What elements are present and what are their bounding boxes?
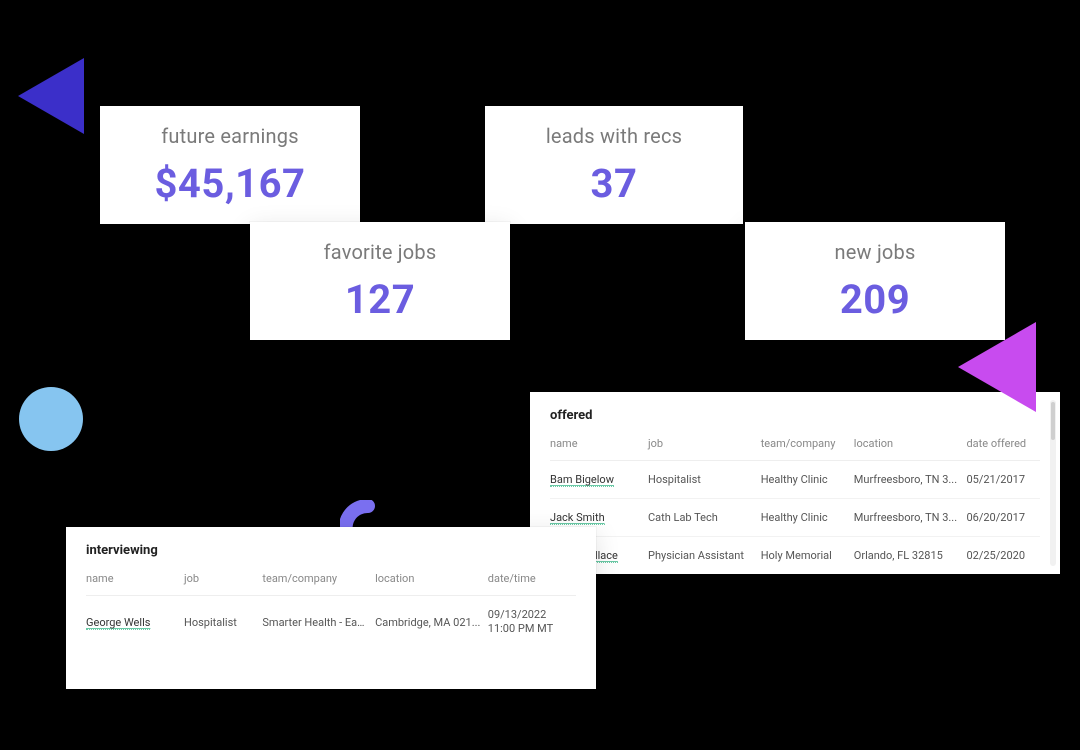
cell-datetime: 09/13/2022 11:00 PM MT [488, 596, 576, 649]
circle-decor-blue [19, 387, 83, 451]
cell-date: 02/25/2020 [966, 537, 1040, 575]
col-location: location [375, 568, 488, 596]
cell-time: 11:00 PM MT [488, 622, 570, 636]
triangle-decor-pink [958, 322, 1036, 412]
cell-job: Physician Assistant [648, 537, 761, 575]
cell-job: Hospitalist [184, 596, 262, 649]
cell-location: Murfreesboro, TN 3... [854, 461, 967, 499]
table-row: George Wells Hospitalist Smarter Health … [86, 596, 576, 649]
candidate-link[interactable]: Bam Bigelow [550, 473, 614, 487]
cell-date: 09/13/2022 [488, 608, 570, 622]
stat-label: future earnings [161, 124, 298, 148]
col-team: team/company [761, 433, 854, 461]
cell-location: Cambridge, MA 021... [375, 596, 488, 649]
stat-value: $45,167 [154, 160, 305, 207]
interviewing-panel: interviewing name job team/company locat… [66, 527, 596, 689]
offered-panel: offered name job team/company location d… [530, 392, 1060, 574]
stat-value: 127 [345, 276, 415, 323]
cell-team: Healthy Clinic [761, 461, 854, 499]
interviewing-table: name job team/company location date/time… [86, 568, 576, 649]
col-date: date offered [966, 433, 1040, 461]
col-name: name [550, 433, 648, 461]
col-name: name [86, 568, 184, 596]
scrollbar-thumb[interactable] [1051, 402, 1055, 440]
cell-location: Orlando, FL 32815 [854, 537, 967, 575]
offered-table: name job team/company location date offe… [550, 433, 1040, 574]
cell-date: 06/20/2017 [966, 499, 1040, 537]
cell-team: Holy Memorial [761, 537, 854, 575]
cell-job: Hospitalist [648, 461, 761, 499]
col-team: team/company [262, 568, 375, 596]
cell-team: Healthy Clinic [761, 499, 854, 537]
cell-location: Murfreesboro, TN 3... [854, 499, 967, 537]
cell-date: 05/21/2017 [966, 461, 1040, 499]
panel-title-interviewing: interviewing [86, 543, 576, 558]
table-row: Bam Bigelow Hospitalist Healthy Clinic M… [550, 461, 1040, 499]
col-datetime: date/time [488, 568, 576, 596]
stat-value: 37 [591, 160, 638, 207]
stat-value: 209 [840, 276, 910, 323]
cell-team: Smarter Health - Eas... [262, 596, 375, 649]
stat-card-leads-with-recs: leads with recs 37 [485, 106, 743, 224]
stat-label: new jobs [835, 240, 916, 264]
candidate-link[interactable]: George Wells [86, 616, 150, 630]
candidate-link[interactable]: Jack Smith [550, 511, 605, 525]
stat-card-future-earnings: future earnings $45,167 [100, 106, 360, 224]
table-row: Jack Smith Cath Lab Tech Healthy Clinic … [550, 499, 1040, 537]
stat-label: leads with recs [546, 124, 682, 148]
stat-label: favorite jobs [324, 240, 437, 264]
table-row: Leigh Wallace Physician Assistant Holy M… [550, 537, 1040, 575]
col-job: job [184, 568, 262, 596]
stat-card-favorite-jobs: favorite jobs 127 [250, 222, 510, 340]
cell-job: Cath Lab Tech [648, 499, 761, 537]
col-location: location [854, 433, 967, 461]
col-job: job [648, 433, 761, 461]
triangle-decor-purple [18, 58, 84, 134]
